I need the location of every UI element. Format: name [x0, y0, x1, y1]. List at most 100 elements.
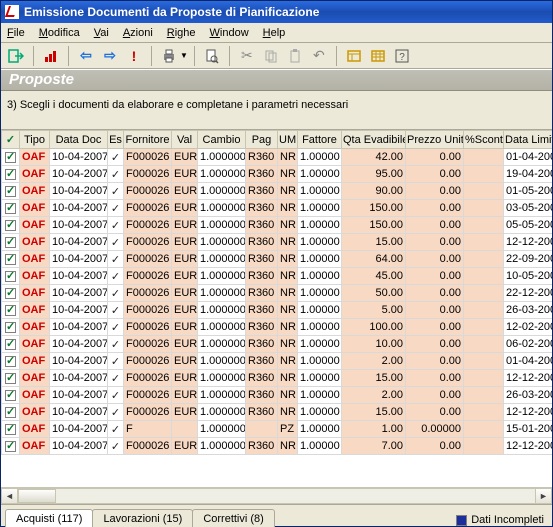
alert-icon[interactable]: !: [123, 45, 145, 67]
cell-tipo[interactable]: OAF: [20, 387, 50, 404]
cell-fornitore[interactable]: F000026: [124, 166, 172, 183]
cell-fornitore[interactable]: F000026: [124, 217, 172, 234]
cell-fornitore[interactable]: F: [124, 421, 172, 438]
cell-fattore[interactable]: 1.00000: [298, 438, 342, 455]
cell-fornitore[interactable]: F000026: [124, 234, 172, 251]
cell-fornitore[interactable]: F000026: [124, 387, 172, 404]
cell-es[interactable]: ✓: [108, 183, 124, 200]
cell-es[interactable]: ✓: [108, 319, 124, 336]
col-sconto[interactable]: %Sconto: [464, 131, 504, 149]
col-tipo[interactable]: Tipo: [20, 131, 50, 149]
chart-icon[interactable]: [40, 45, 62, 67]
cell-um[interactable]: NR: [278, 183, 298, 200]
cell-um[interactable]: NR: [278, 438, 298, 455]
cell-cambio[interactable]: 1.000000: [198, 285, 246, 302]
cell-um[interactable]: NR: [278, 268, 298, 285]
cell-check[interactable]: [2, 200, 20, 217]
cell-es[interactable]: ✓: [108, 217, 124, 234]
cell-cambio[interactable]: 1.000000: [198, 387, 246, 404]
cell-pag[interactable]: R360: [246, 319, 278, 336]
cell-val[interactable]: EUR: [172, 336, 198, 353]
col-data-doc[interactable]: Data Doc: [50, 131, 108, 149]
cell-data-doc[interactable]: 10-04-2007: [50, 268, 108, 285]
cell-fattore[interactable]: 1.00000: [298, 166, 342, 183]
col-fattore[interactable]: Fattore: [298, 131, 342, 149]
print-icon[interactable]: [158, 45, 180, 67]
cell-data-limite[interactable]: 05-05-2005: [504, 217, 553, 234]
cell-cambio[interactable]: 1.000000: [198, 217, 246, 234]
cell-pag[interactable]: R360: [246, 285, 278, 302]
cell-cambio[interactable]: 1.000000: [198, 421, 246, 438]
cell-qta[interactable]: 2.00: [342, 387, 406, 404]
undo-icon[interactable]: ↶: [308, 45, 330, 67]
cell-fattore[interactable]: 1.00000: [298, 404, 342, 421]
cell-tipo[interactable]: OAF: [20, 421, 50, 438]
menu-file[interactable]: File: [7, 27, 25, 39]
cell-data-doc[interactable]: 10-04-2007: [50, 285, 108, 302]
cell-qta[interactable]: 50.00: [342, 285, 406, 302]
table-row[interactable]: OAF10-04-2007✓F000026EUR1.000000R360NR1.…: [2, 166, 553, 183]
cell-fattore[interactable]: 1.00000: [298, 251, 342, 268]
table-row[interactable]: OAF10-04-2007✓F000026EUR1.000000R360NR1.…: [2, 387, 553, 404]
cell-sconto[interactable]: [464, 268, 504, 285]
col-data-limite[interactable]: Data Limite: [504, 131, 553, 149]
cell-val[interactable]: EUR: [172, 319, 198, 336]
col-val[interactable]: Val: [172, 131, 198, 149]
cell-qta[interactable]: 10.00: [342, 336, 406, 353]
cell-fattore[interactable]: 1.00000: [298, 336, 342, 353]
cell-qta[interactable]: 1.00: [342, 421, 406, 438]
cell-sconto[interactable]: [464, 251, 504, 268]
table-row[interactable]: OAF10-04-2007✓F000026EUR1.000000R360NR1.…: [2, 268, 553, 285]
cell-um[interactable]: NR: [278, 387, 298, 404]
cell-um[interactable]: NR: [278, 285, 298, 302]
cell-val[interactable]: EUR: [172, 387, 198, 404]
cell-val[interactable]: EUR: [172, 285, 198, 302]
cell-sconto[interactable]: [464, 217, 504, 234]
cell-es[interactable]: ✓: [108, 404, 124, 421]
cell-data-limite[interactable]: 12-02-2007: [504, 319, 553, 336]
cell-val[interactable]: EUR: [172, 200, 198, 217]
cell-qta[interactable]: 15.00: [342, 404, 406, 421]
cell-qta[interactable]: 64.00: [342, 251, 406, 268]
cell-data-doc[interactable]: 10-04-2007: [50, 370, 108, 387]
table-row[interactable]: OAF10-04-2007✓F000026EUR1.000000R360NR1.…: [2, 285, 553, 302]
cell-qta[interactable]: 2.00: [342, 353, 406, 370]
cell-pag[interactable]: R360: [246, 370, 278, 387]
cell-tipo[interactable]: OAF: [20, 319, 50, 336]
cell-cambio[interactable]: 1.000000: [198, 336, 246, 353]
cell-es[interactable]: ✓: [108, 149, 124, 166]
h-scrollbar[interactable]: ◄ ►: [1, 487, 552, 504]
cell-cambio[interactable]: 1.000000: [198, 268, 246, 285]
cell-fornitore[interactable]: F000026: [124, 319, 172, 336]
cell-fornitore[interactable]: F000026: [124, 353, 172, 370]
cell-pag[interactable]: R360: [246, 234, 278, 251]
tab-correttivi[interactable]: Correttivi (8): [192, 509, 275, 527]
cell-cambio[interactable]: 1.000000: [198, 166, 246, 183]
cell-um[interactable]: NR: [278, 234, 298, 251]
cell-data-limite[interactable]: 12-12-2005: [504, 404, 553, 421]
cell-qta[interactable]: 95.00: [342, 166, 406, 183]
cell-data-limite[interactable]: 22-09-2005: [504, 251, 553, 268]
cell-tipo[interactable]: OAF: [20, 370, 50, 387]
cell-fornitore[interactable]: F000026: [124, 149, 172, 166]
cell-qta[interactable]: 42.00: [342, 149, 406, 166]
titlebar[interactable]: Emissione Documenti da Proposte di Piani…: [1, 1, 552, 23]
cell-check[interactable]: [2, 387, 20, 404]
cell-check[interactable]: [2, 438, 20, 455]
cell-data-doc[interactable]: 10-04-2007: [50, 404, 108, 421]
cell-fattore[interactable]: 1.00000: [298, 319, 342, 336]
cell-check[interactable]: [2, 302, 20, 319]
cell-val[interactable]: EUR: [172, 438, 198, 455]
cell-check[interactable]: [2, 319, 20, 336]
menu-righe[interactable]: Righe: [167, 27, 196, 39]
menu-window[interactable]: Window: [210, 27, 249, 39]
cell-es[interactable]: ✓: [108, 166, 124, 183]
header-row[interactable]: ✓ Tipo Data Doc Es Fornitore Val Cambio …: [2, 131, 553, 149]
cell-tipo[interactable]: OAF: [20, 438, 50, 455]
cut-icon[interactable]: ✂: [236, 45, 258, 67]
cell-tipo[interactable]: OAF: [20, 183, 50, 200]
cell-fattore[interactable]: 1.00000: [298, 421, 342, 438]
scroll-thumb[interactable]: [18, 489, 56, 503]
cell-pag[interactable]: R360: [246, 149, 278, 166]
cell-prezzo[interactable]: 0.00: [406, 166, 464, 183]
